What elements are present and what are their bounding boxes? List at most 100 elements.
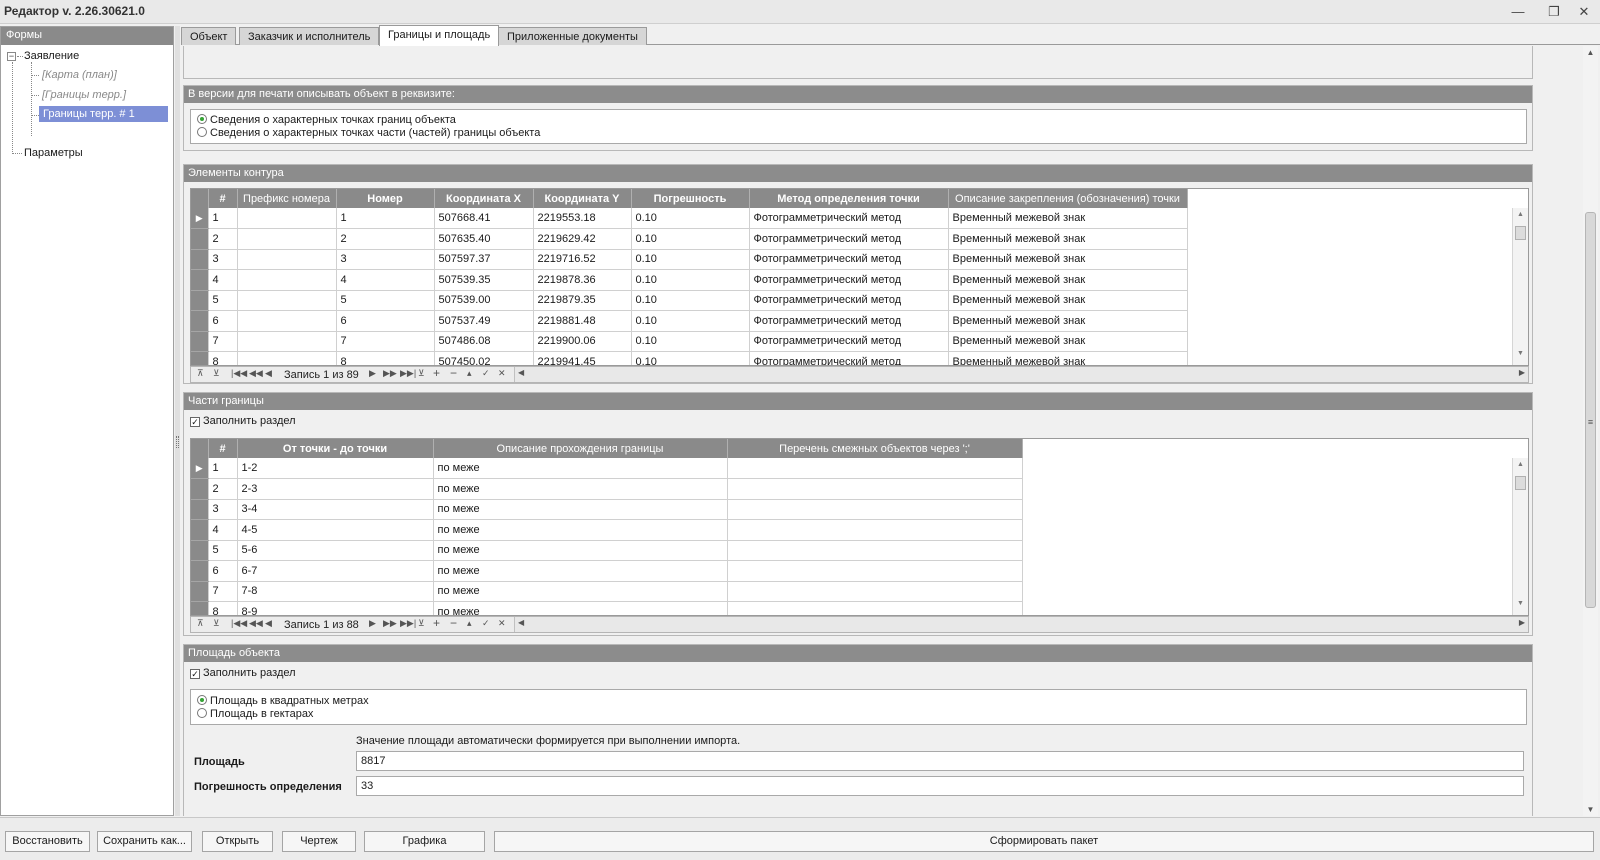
tab-attached-docs[interactable]: Приложенные документы	[498, 27, 647, 45]
col-header-fixing[interactable]: Описание закрепления (обозначения) точки	[948, 189, 1188, 208]
nav-prev-icon[interactable]: ◀◀	[249, 618, 263, 629]
add-record-icon[interactable]: +	[433, 616, 440, 630]
content-vscroll[interactable]: ▲ ≡ ▼	[1583, 46, 1598, 816]
radio-square-meters[interactable]: Площадь в квадратных метрах	[197, 695, 369, 707]
post-record-icon[interactable]: ✓	[482, 618, 490, 629]
table-row[interactable]: 5 5 507539.00 2219879.35 0.10 Фотограмметриче…	[191, 290, 1188, 311]
tree-node-map[interactable]: [Карта (план)]	[42, 69, 117, 81]
area-error-input[interactable]: 33	[356, 776, 1524, 796]
contour-section: Элементы контура # Префикс номера Номер …	[183, 164, 1533, 384]
area-section-header: Площадь объекта	[184, 645, 1532, 662]
pane-splitter[interactable]	[175, 26, 180, 816]
nav-first-record-icon[interactable]: |◀◀	[231, 368, 247, 379]
tab-borders-area[interactable]: Границы и площадь	[379, 25, 500, 46]
nav-prev-one-icon[interactable]: ◀	[265, 618, 272, 629]
add-record-icon[interactable]: +	[433, 366, 440, 380]
table-row[interactable]: 8 8 507450.02 2219941.45 0.10 Фотограмметриче…	[191, 351, 1188, 365]
col-header-y[interactable]: Координата Y	[533, 189, 632, 208]
contour-hscroll[interactable]: ◀ ▶	[514, 367, 1528, 382]
tab-object[interactable]: Объект	[181, 27, 237, 45]
nav-next-page-icon[interactable]: ▶▶	[383, 618, 397, 629]
open-button[interactable]: Открыть	[202, 831, 273, 852]
save-as-button[interactable]: Сохранить как...	[97, 831, 192, 852]
col-header-prefix[interactable]: Префикс номера	[237, 189, 337, 208]
nav-first-icon[interactable]: ⊼	[197, 368, 204, 379]
table-row[interactable]: ▶ 1 1 507668.41 2219553.18 0.10 Фотограмметрич…	[191, 208, 1188, 229]
scroll-down-icon[interactable]: ▼	[1583, 805, 1598, 814]
parts-hscroll[interactable]: ◀ ▶	[514, 617, 1528, 632]
nav-first-icon[interactable]: ⊼	[197, 618, 204, 629]
collapse-icon[interactable]: −	[7, 52, 16, 61]
table-row[interactable]: 6 6 507537.49 2219881.48 0.10 Фотограмметриче…	[191, 310, 1188, 332]
graphics-button[interactable]: Графика	[364, 831, 485, 852]
nav-last-page-icon[interactable]: ⊻	[418, 618, 425, 629]
nav-prev-one-icon[interactable]: ◀	[265, 368, 272, 379]
edit-record-icon[interactable]: ▴	[467, 368, 472, 379]
parts-record-counter: Запись 1 из 88	[284, 619, 359, 631]
col-header-index[interactable]: #	[208, 439, 238, 458]
table-row[interactable]: ▶ 1 1-2 по меже	[191, 458, 1023, 479]
tree-node-borders-1[interactable]: Границы терр. # 1	[39, 106, 168, 122]
scroll-up-icon[interactable]: ▲	[1583, 48, 1598, 57]
table-row[interactable]: 3 3 507597.37 2219716.52 0.10 Фотограмметриче…	[191, 249, 1188, 270]
tab-strip: Объект Заказчик и исполнитель Границы и …	[181, 25, 1600, 46]
table-row[interactable]: 3 3-4 по меже	[191, 499, 1023, 520]
table-row[interactable]: 2 2 507635.40 2219629.42 0.10 Фотограмметриче…	[191, 228, 1188, 250]
edit-record-icon[interactable]: ▴	[467, 618, 472, 629]
print-option-group: Сведения о характерных точках границ объ…	[190, 109, 1527, 144]
scroll-thumb[interactable]	[1585, 212, 1596, 608]
tab-customer[interactable]: Заказчик и исполнитель	[239, 27, 380, 45]
contour-grid-vscroll[interactable]: ▲ ▼	[1512, 208, 1528, 365]
col-header-from-to[interactable]: От точки - до точки	[237, 439, 434, 458]
cancel-record-icon[interactable]: ✕	[498, 368, 506, 379]
table-row[interactable]: 6 6-7 по меже	[191, 560, 1023, 582]
post-record-icon[interactable]: ✓	[482, 368, 490, 379]
radio-part-points[interactable]: Сведения о характерных точках части (час…	[197, 127, 540, 139]
table-row[interactable]: 5 5-6 по меже	[191, 540, 1023, 561]
col-header-description[interactable]: Описание прохождения границы	[433, 439, 728, 458]
col-header-index[interactable]: #	[208, 189, 238, 208]
area-input[interactable]: 8817	[356, 751, 1524, 771]
parts-grid-vscroll[interactable]: ▲ ▼	[1512, 458, 1528, 615]
tree-node-borders[interactable]: [Границы терр.]	[42, 89, 126, 101]
table-row[interactable]: 8 8-9 по меже	[191, 601, 1023, 615]
drawing-button[interactable]: Чертеж	[282, 831, 356, 852]
table-row[interactable]: 2 2-3 по меже	[191, 478, 1023, 500]
area-fill-checkbox[interactable]: ✓ Заполнить раздел	[190, 667, 296, 679]
parts-fill-checkbox[interactable]: ✓ Заполнить раздел	[190, 415, 296, 427]
table-row[interactable]: 7 7 507486.08 2219900.06 0.10 Фотограмметриче…	[191, 331, 1188, 352]
col-header-error[interactable]: Погрешность	[631, 189, 750, 208]
table-row[interactable]: 7 7-8 по меже	[191, 581, 1023, 602]
delete-record-icon[interactable]: −	[450, 366, 457, 380]
radio-hectares[interactable]: Площадь в гектарах	[197, 708, 313, 720]
tree-node-zayavlenie[interactable]: Заявление	[24, 50, 79, 62]
build-package-button[interactable]: Сформировать пакет	[494, 831, 1594, 852]
cancel-record-icon[interactable]: ✕	[498, 618, 506, 629]
col-header-number[interactable]: Номер	[336, 189, 435, 208]
maximize-icon[interactable]: ❐	[1536, 0, 1572, 24]
table-row[interactable]: 4 4-5 по меже	[191, 519, 1023, 541]
nav-last-page-icon[interactable]: ⊻	[418, 368, 425, 379]
table-row[interactable]: 4 4 507539.35 2219878.36 0.10 Фотограмметриче…	[191, 269, 1188, 291]
title-bar: Редактор v. 2.26.30621.0 — ❐ ✕	[0, 0, 1600, 24]
restore-button[interactable]: Восстановить	[5, 831, 90, 852]
nav-prev-page-icon[interactable]: ⊻	[213, 368, 220, 379]
nav-next-icon[interactable]: ▶	[369, 618, 376, 629]
nav-prev-icon[interactable]: ◀◀	[249, 368, 263, 379]
minimize-icon[interactable]: —	[1500, 0, 1536, 24]
nav-next-icon[interactable]: ▶	[369, 368, 376, 379]
col-header-x[interactable]: Координата X	[434, 189, 534, 208]
nav-last-icon[interactable]: ▶▶|	[400, 618, 416, 629]
col-header-adjacent[interactable]: Перечень смежных объектов через ';'	[727, 439, 1023, 458]
nav-last-icon[interactable]: ▶▶|	[400, 368, 416, 379]
delete-record-icon[interactable]: −	[450, 616, 457, 630]
parts-section-header: Части границы	[184, 393, 1532, 410]
radio-object-points[interactable]: Сведения о характерных точках границ объ…	[197, 114, 456, 126]
nav-prev-page-icon[interactable]: ⊻	[213, 618, 220, 629]
nav-next-page-icon[interactable]: ▶▶	[383, 368, 397, 379]
close-icon[interactable]: ✕	[1568, 0, 1600, 24]
contour-record-counter: Запись 1 из 89	[284, 369, 359, 381]
col-header-method[interactable]: Метод определения точки	[749, 189, 949, 208]
nav-first-record-icon[interactable]: |◀◀	[231, 618, 247, 629]
tree-node-params[interactable]: Параметры	[24, 147, 83, 159]
